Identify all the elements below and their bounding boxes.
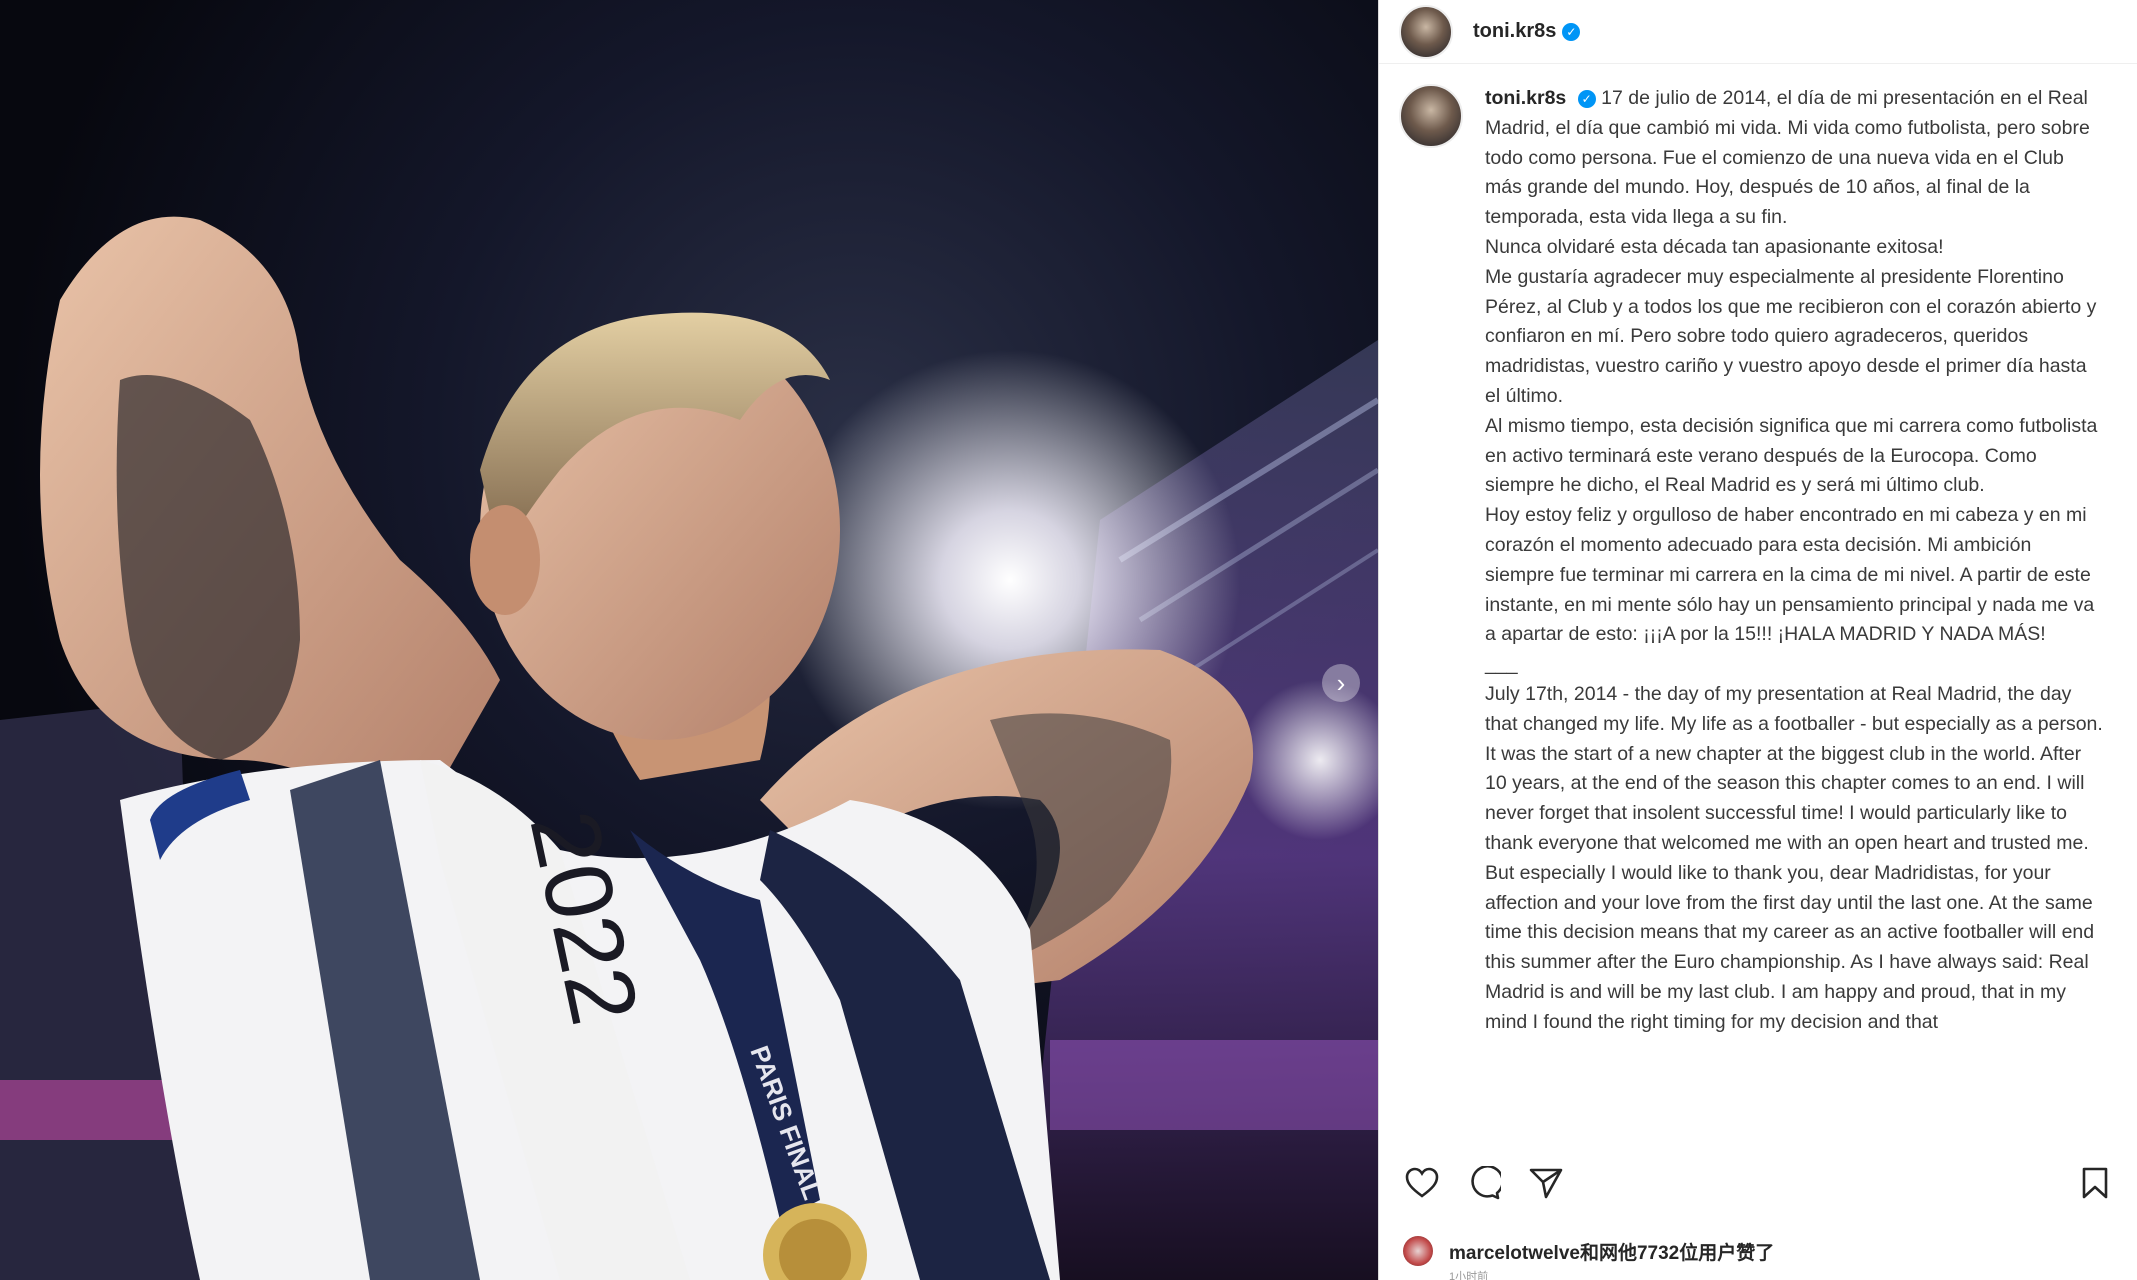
comment-bubble-icon xyxy=(1471,1166,1501,1200)
verified-badge-icon: ✓ xyxy=(1562,22,1581,41)
like-button[interactable] xyxy=(1401,1162,1443,1204)
liker-avatar[interactable] xyxy=(1403,1236,1433,1266)
caption: toni.kr8s ✓ 17 de julio de 2014, el día … xyxy=(1379,64,2137,1038)
photo-illustration: 2022 PARIS FINAL xyxy=(0,216,1378,1280)
post-actions xyxy=(1379,1148,2137,1218)
save-button[interactable] xyxy=(2077,1162,2113,1204)
bookmark-icon xyxy=(2082,1167,2108,1199)
comment-button[interactable] xyxy=(1463,1162,1505,1204)
caption-es-paragraph-4: Al mismo tiempo, esta decisión significa… xyxy=(1485,414,2098,497)
caption-separator: ___ xyxy=(1485,653,1518,676)
author-avatar[interactable] xyxy=(1399,4,1453,59)
caption-es-paragraph-3: Me gustaría agradecer muy especialmente … xyxy=(1485,265,2097,407)
caption-verified-badge-icon: ✓ xyxy=(1577,89,1596,108)
carousel-next-button[interactable]: › xyxy=(1322,664,1360,702)
instagram-post: 2022 PARIS FINAL › toni.kr8s ✓ toni.kr8s xyxy=(0,0,2137,1280)
caption-en-paragraph: July 17th, 2014 - the day of my presenta… xyxy=(1485,682,2103,1033)
likes-text[interactable]: marcelotwelve和网他7732位用户赞了 xyxy=(1449,1238,1774,1265)
heart-icon xyxy=(1405,1167,1439,1198)
post-side-panel: toni.kr8s ✓ toni.kr8s ✓ 17 de julio de 2… xyxy=(1378,0,2137,1280)
caption-es-paragraph-2: Nunca olvidaré esta década tan apasionan… xyxy=(1485,235,1944,258)
likes-summary: marcelotwelve和网他7732位用户赞了 1小时前 xyxy=(1379,1228,2137,1280)
caption-text: toni.kr8s ✓ 17 de julio de 2014, el día … xyxy=(1485,84,2105,1038)
post-header: toni.kr8s ✓ xyxy=(1379,0,2137,64)
share-button[interactable] xyxy=(1525,1162,1567,1204)
paper-plane-icon xyxy=(1529,1168,1563,1199)
caption-author-avatar[interactable] xyxy=(1399,84,1463,148)
caption-scroll-area[interactable]: toni.kr8s ✓ 17 de julio de 2014, el día … xyxy=(1379,64,2137,1144)
caption-username[interactable]: toni.kr8s xyxy=(1485,87,1566,109)
author-username[interactable]: toni.kr8s xyxy=(1473,20,1556,43)
caption-es-paragraph-1: 17 de julio de 2014, el día de mi presen… xyxy=(1485,87,2090,229)
post-photo[interactable]: 2022 PARIS FINAL › xyxy=(0,0,1378,1280)
chevron-right-icon: › xyxy=(1336,668,1346,698)
post-time: 1小时前 xyxy=(1449,1271,1489,1280)
caption-es-paragraph-5: Hoy estoy feliz y orgulloso de haber enc… xyxy=(1485,504,2095,646)
